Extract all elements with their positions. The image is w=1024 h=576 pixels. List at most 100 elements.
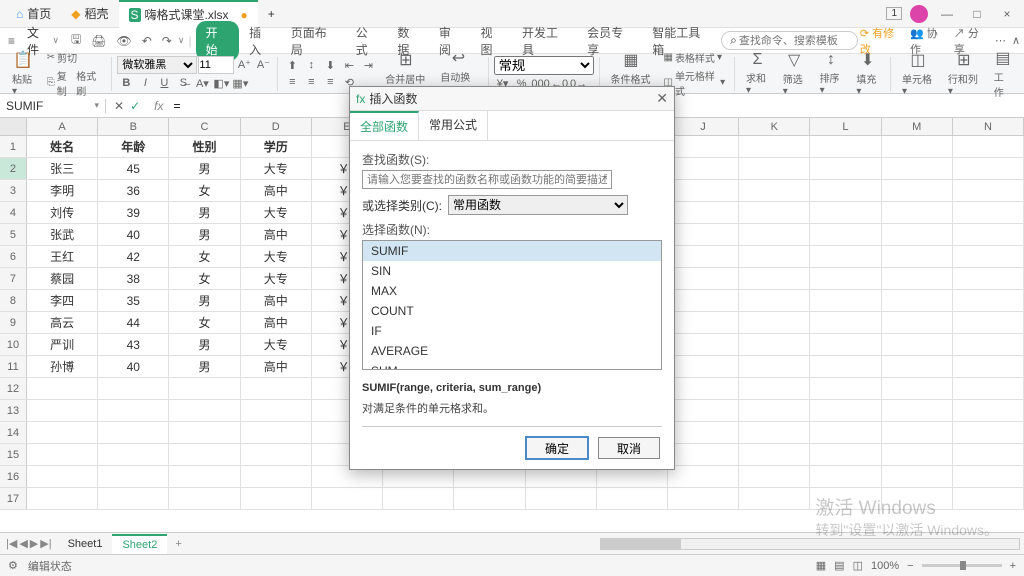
cell[interactable] [27,378,98,399]
name-box[interactable]: SUMIF▾ [0,99,106,113]
view-normal-icon[interactable]: ▦ [816,559,826,572]
cell[interactable] [882,400,953,421]
more-icon[interactable]: ⋯ [995,34,1006,47]
cell[interactable]: 男 [169,158,240,179]
cell[interactable] [739,444,810,465]
cell[interactable] [810,158,881,179]
cell[interactable] [882,202,953,223]
cell[interactable] [739,290,810,311]
cell[interactable] [668,466,739,487]
cell[interactable] [810,444,881,465]
function-search-input[interactable] [362,170,612,189]
select-all-corner[interactable] [0,118,27,135]
cell[interactable] [668,356,739,377]
cell[interactable] [882,444,953,465]
bold-icon[interactable]: B [117,75,135,91]
sum-button[interactable]: Σ求和▾ [740,51,775,96]
cell[interactable] [668,378,739,399]
cell[interactable] [98,422,169,443]
cell[interactable] [739,422,810,443]
cell[interactable]: 年龄 [98,136,169,157]
cell[interactable] [953,268,1024,289]
font-name-select[interactable]: 微软雅黑 [117,56,197,74]
cut-button[interactable]: ✂剪切 [43,49,107,66]
cell[interactable] [739,400,810,421]
cell[interactable] [27,466,98,487]
cell[interactable] [27,422,98,443]
function-list-item[interactable]: COUNT [363,301,661,321]
cell[interactable]: 王红 [27,246,98,267]
cell[interactable] [953,312,1024,333]
fx-icon[interactable]: fx [148,99,169,113]
row-header[interactable]: 13 [0,400,27,421]
cell[interactable] [241,466,312,487]
dialog-tab-all[interactable]: 全部函数 [350,111,419,140]
avatar[interactable] [910,5,928,23]
cell[interactable] [810,202,881,223]
cell[interactable]: 高云 [27,312,98,333]
formula-cancel-icon[interactable]: ✕ [114,99,124,113]
cell[interactable] [810,488,881,509]
cell-button[interactable]: ◫单元格▾ [896,50,940,97]
cell[interactable] [882,488,953,509]
cell[interactable] [241,378,312,399]
cell[interactable] [810,466,881,487]
align-middle-icon[interactable]: ↕ [302,57,320,73]
dialog-tab-common[interactable]: 常用公式 [419,111,488,140]
undo-icon[interactable]: ↶ [138,32,156,50]
cell[interactable]: 40 [98,356,169,377]
tab-daoke[interactable]: ◆稻壳 [61,0,118,28]
cell[interactable]: 学历 [241,136,312,157]
cell[interactable] [739,488,810,509]
column-header[interactable]: K [739,118,810,135]
cell[interactable] [882,356,953,377]
window-maximize[interactable]: □ [966,7,988,21]
window-close[interactable]: × [996,7,1018,21]
zoom-out-icon[interactable]: − [907,560,913,572]
settings-icon[interactable]: ⚙ [8,559,18,572]
filter-button[interactable]: ▽筛选▾ [777,50,812,97]
function-list-item[interactable]: AVERAGE [363,341,661,361]
cell[interactable]: 男 [169,202,240,223]
cell[interactable] [739,378,810,399]
row-header[interactable]: 3 [0,180,27,201]
function-list-item[interactable]: MAX [363,281,661,301]
cell[interactable]: 42 [98,246,169,267]
cell[interactable] [98,488,169,509]
horizontal-scrollbar[interactable] [600,538,1020,550]
cell[interactable] [953,136,1024,157]
sheet-next-icon[interactable]: ▶ [30,537,38,550]
sheet-add-button[interactable]: + [167,538,189,550]
cell[interactable] [882,422,953,443]
column-header[interactable]: L [810,118,881,135]
font-size-input[interactable] [198,56,234,74]
increase-font-icon[interactable]: A⁺ [235,56,253,72]
indent-inc-icon[interactable]: ⇥ [359,57,377,73]
cell[interactable]: 男 [169,334,240,355]
strike-icon[interactable]: S̶ [174,75,192,91]
cell[interactable] [668,444,739,465]
row-header[interactable]: 11 [0,356,27,377]
cell[interactable] [383,488,454,509]
tab-start[interactable]: 开始 [196,21,240,61]
sheet-prev-icon[interactable]: ◀ [19,537,27,550]
cell[interactable]: 36 [98,180,169,201]
copy-button[interactable]: ⎘复制 格式刷 [43,67,107,99]
align-bottom-icon[interactable]: ⬇ [321,57,339,73]
cell[interactable]: 刘传 [27,202,98,223]
decrease-font-icon[interactable]: A⁻ [254,56,272,72]
cell[interactable] [739,158,810,179]
print-icon[interactable]: 🖨 [87,32,110,50]
sheet-last-icon[interactable]: ▶| [40,537,51,550]
cell[interactable] [668,158,739,179]
cell[interactable] [98,378,169,399]
cell[interactable]: 李明 [27,180,98,201]
cell[interactable] [668,400,739,421]
cell[interactable] [953,158,1024,179]
number-format-select[interactable]: 常规 [494,56,594,75]
cell[interactable] [953,400,1024,421]
cell[interactable]: 大专 [241,246,312,267]
cell[interactable] [882,312,953,333]
zoom-in-icon[interactable]: + [1010,560,1016,572]
align-left-icon[interactable]: ≡ [283,74,301,90]
